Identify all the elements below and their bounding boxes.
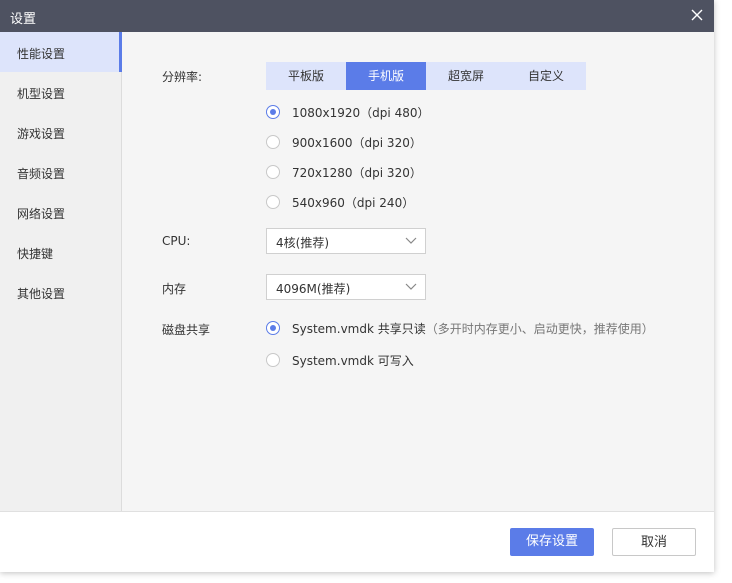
sidebar-item-label: 其他设置	[17, 287, 66, 301]
close-icon[interactable]	[688, 6, 706, 24]
tab-custom[interactable]: 自定义	[506, 62, 586, 90]
option-label: 720x1280（dpi 320）	[292, 166, 422, 180]
settings-window: 设置 性能设置 机型设置 游戏设置 音频设置 网络设置 快捷键 其他设置 分辨率…	[0, 0, 714, 572]
memory-label: 内存	[162, 282, 187, 296]
tab-ultrawide[interactable]: 超宽屏	[426, 62, 506, 90]
sidebar-item-performance[interactable]: 性能设置	[0, 32, 122, 72]
sidebar-item-label: 游戏设置	[17, 127, 66, 141]
radio-icon	[266, 195, 280, 209]
cpu-select[interactable]: 4核(推荐)	[266, 228, 426, 254]
resolution-label: 分辨率:	[162, 70, 203, 84]
disk-share-label: 磁盘共享	[162, 323, 211, 337]
title-bar: 设置	[0, 0, 714, 32]
radio-icon	[266, 135, 280, 149]
option-label: 540x960（dpi 240）	[292, 196, 415, 210]
sidebar-item-model[interactable]: 机型设置	[0, 72, 121, 112]
option-label: System.vmdk 可写入	[292, 354, 414, 368]
tab-phone[interactable]: 手机版	[346, 62, 426, 90]
sidebar-item-label: 性能设置	[17, 47, 66, 61]
sidebar: 性能设置 机型设置 游戏设置 音频设置 网络设置 快捷键 其他设置	[0, 32, 122, 511]
tab-tablet[interactable]: 平板版	[266, 62, 346, 90]
radio-icon	[266, 353, 280, 367]
sidebar-item-game[interactable]: 游戏设置	[0, 112, 121, 152]
cancel-button[interactable]: 取消	[612, 528, 696, 556]
option-hint: （多开时内存更小、启动更快，推荐使用）	[425, 322, 654, 336]
sidebar-item-audio[interactable]: 音频设置	[0, 152, 121, 192]
sidebar-item-shortcuts[interactable]: 快捷键	[0, 232, 121, 272]
memory-value: 4096M(推荐)	[276, 282, 351, 296]
radio-checked-icon	[266, 105, 280, 119]
sidebar-item-other[interactable]: 其他设置	[0, 272, 121, 312]
radio-checked-icon	[266, 321, 280, 335]
sidebar-item-label: 网络设置	[17, 207, 66, 221]
memory-select[interactable]: 4096M(推荐)	[266, 274, 426, 300]
cpu-label: CPU:	[162, 234, 191, 248]
chevron-down-icon	[405, 283, 417, 290]
window-title: 设置	[10, 12, 37, 27]
option-text: System.vmdk 共享只读	[292, 322, 426, 336]
cpu-value: 4核(推荐)	[276, 236, 329, 250]
option-label: 900x1600（dpi 320）	[292, 136, 422, 150]
option-label: 1080x1920（dpi 480）	[292, 106, 430, 120]
save-button[interactable]: 保存设置	[510, 528, 594, 556]
sidebar-item-label: 机型设置	[17, 87, 66, 101]
footer: 保存设置 取消	[0, 511, 714, 572]
resolution-tabs: 平板版 手机版 超宽屏 自定义	[266, 62, 586, 90]
sidebar-item-label: 音频设置	[17, 167, 66, 181]
sidebar-item-label: 快捷键	[17, 247, 54, 261]
option-label: System.vmdk 共享只读（多开时内存更小、启动更快，推荐使用）	[292, 320, 654, 337]
settings-content: 分辨率: 平板版 手机版 超宽屏 自定义 1080x1920（dpi 480） …	[122, 32, 714, 511]
chevron-down-icon	[405, 237, 417, 244]
sidebar-item-network[interactable]: 网络设置	[0, 192, 121, 232]
radio-icon	[266, 165, 280, 179]
